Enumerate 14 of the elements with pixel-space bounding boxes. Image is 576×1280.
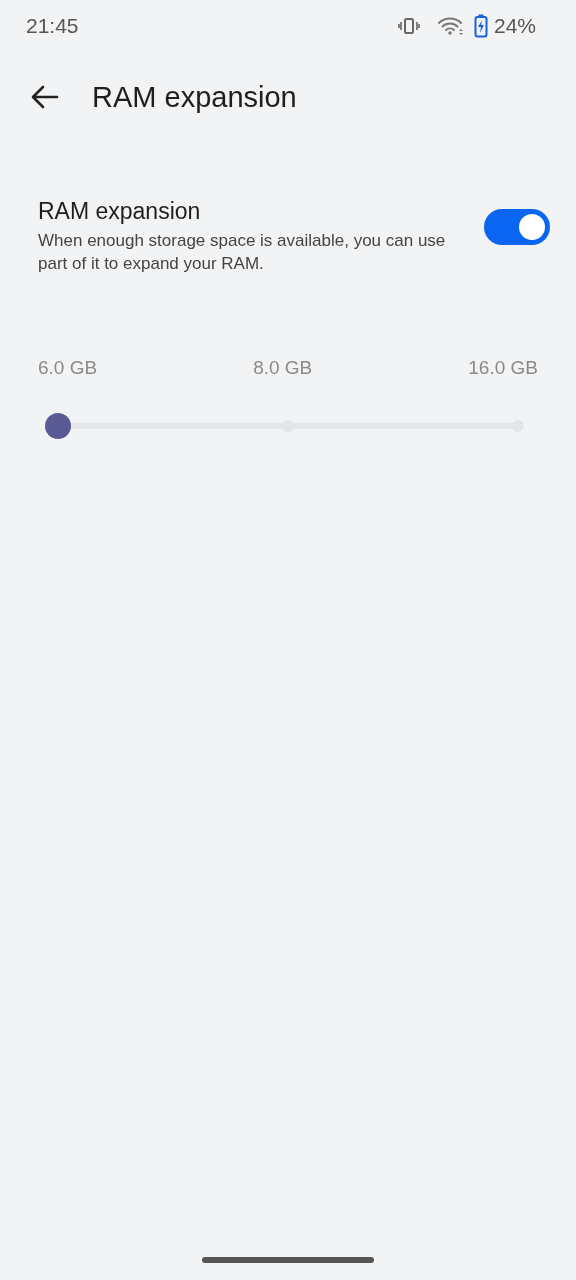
wifi-icon — [437, 16, 464, 36]
slider-label: 8.0 GB — [253, 357, 313, 379]
slider-label: 16.0 GB — [468, 357, 538, 379]
slider-label: 6.0 GB — [38, 357, 98, 379]
vibrate-icon — [397, 17, 420, 35]
battery-percent: 24% — [493, 14, 536, 38]
page-title: RAM expansion — [92, 80, 297, 114]
battery-charging-icon — [473, 14, 488, 38]
back-button[interactable] — [30, 84, 60, 110]
setting-title: RAM expansion — [38, 198, 202, 225]
toggle-switch[interactable] — [484, 208, 550, 245]
slider-thumb[interactable] — [45, 413, 71, 439]
setting-description: When enough storage space is available, you can use part of it to expand your RAM. — [38, 230, 447, 275]
status-time: 21:45 — [26, 14, 79, 38]
